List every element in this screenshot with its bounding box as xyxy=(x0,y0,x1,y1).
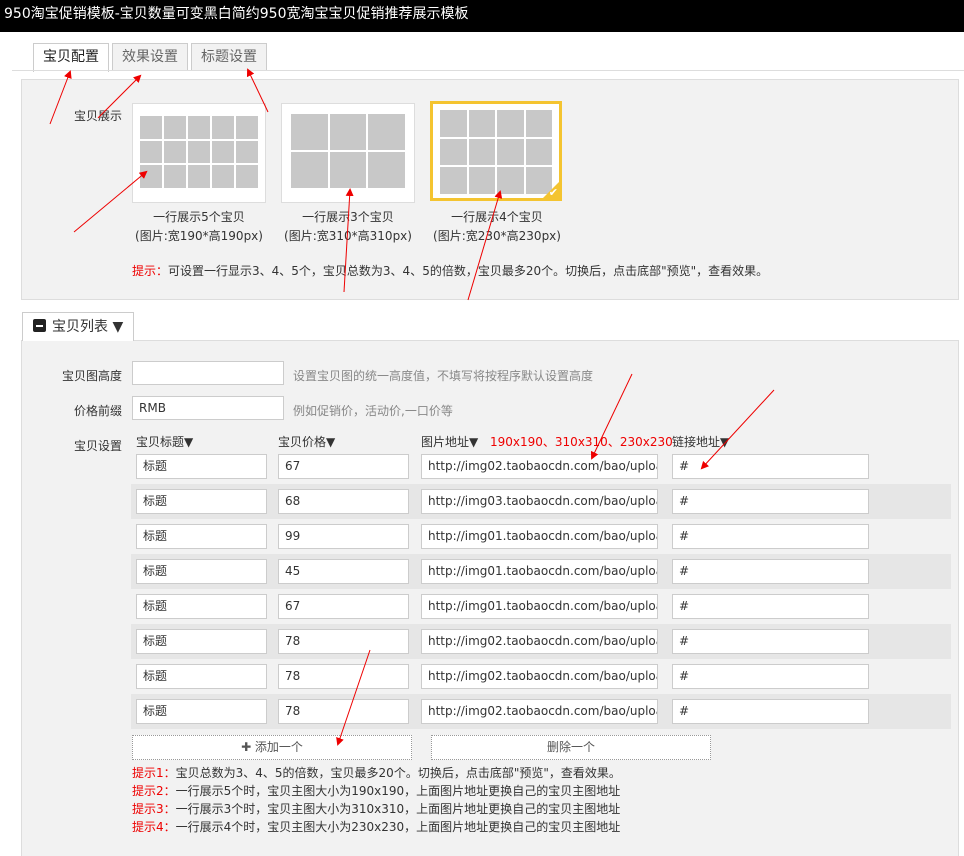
caption-title: 一行展示4个宝贝 xyxy=(451,210,543,224)
item-price-input[interactable]: 78 xyxy=(278,699,409,724)
layout-option-4-caption: 一行展示4个宝贝 (图片:宽230*高230px) xyxy=(417,208,577,246)
item-link-input[interactable]: # xyxy=(672,664,869,689)
item-image-url-input[interactable]: http://img01.taobaocdn.com/bao/upload xyxy=(421,594,658,619)
add-item-button[interactable]: ✚ 添加一个 xyxy=(132,735,412,760)
price-prefix-hint: 例如促销价，活动价,一口价等 xyxy=(293,404,453,418)
hint-label: 提示： xyxy=(132,264,169,278)
item-list-toggle[interactable]: 宝贝列表 ▼ xyxy=(22,312,134,341)
item-price-input[interactable]: 67 xyxy=(278,454,409,479)
layout-option-3-per-row[interactable] xyxy=(281,103,415,203)
item-price-input[interactable]: 99 xyxy=(278,524,409,549)
item-image-url-input[interactable]: http://img02.taobaocdn.com/bao/upload xyxy=(421,454,658,479)
item-price-input[interactable]: 68 xyxy=(278,489,409,514)
item-row: 标题 67 http://img02.taobaocdn.com/bao/uploa… xyxy=(131,449,951,484)
item-image-url-input[interactable]: http://img02.taobaocdn.com/bao/upload xyxy=(421,664,658,689)
item-title-input[interactable]: 标题 xyxy=(136,664,267,689)
tab-title-settings[interactable]: 标题设置 xyxy=(191,43,267,71)
image-size-note: 190x190、310x310、230x230 xyxy=(490,435,673,449)
col-header-title[interactable]: 宝贝标题▼ xyxy=(136,433,193,450)
display-hint: 提示：可设置一行显示3、4、5个，宝贝总数为3、4、5的倍数，宝贝最多20个。切… xyxy=(132,262,768,279)
caption-size: (图片:宽190*高190px) xyxy=(135,229,263,243)
items-label: 宝贝设置 xyxy=(73,439,122,453)
section-title: 宝贝列表 ▼ xyxy=(52,319,124,335)
item-link-input[interactable]: # xyxy=(672,559,869,584)
item-title-input[interactable]: 标题 xyxy=(136,594,267,619)
item-title-input[interactable]: 标题 xyxy=(136,489,267,514)
item-image-url-input[interactable]: http://img03.taobaocdn.com/bao/upload xyxy=(421,489,658,514)
layout-option-5-per-row[interactable] xyxy=(132,103,266,203)
tab-item-config[interactable]: 宝贝配置 xyxy=(33,43,109,72)
img-height-input[interactable] xyxy=(132,361,284,385)
item-row: 标题 45 http://img01.taobaocdn.com/bao/uploa… xyxy=(131,554,951,589)
item-row: 标题 99 http://img01.taobaocdn.com/bao/uploa… xyxy=(131,519,951,554)
layout-option-4-per-row[interactable]: ✔ xyxy=(430,101,562,201)
tip-line: 提示2：一行展示5个时，宝贝主图大小为190x190，上面图片地址更换自己的宝贝… xyxy=(132,782,621,800)
display-label: 宝贝展示 xyxy=(74,109,123,123)
item-price-input[interactable]: 67 xyxy=(278,594,409,619)
collapse-icon xyxy=(33,319,46,332)
item-link-input[interactable]: # xyxy=(672,594,869,619)
item-row: 标题 67 http://img01.taobaocdn.com/bao/uploa… xyxy=(131,589,951,624)
tip-label: 提示3： xyxy=(132,802,176,816)
item-row: 标题 78 http://img02.taobaocdn.com/bao/uploa… xyxy=(131,659,951,694)
item-price-input[interactable]: 78 xyxy=(278,629,409,654)
grid-5-thumbnail xyxy=(140,116,258,188)
tip-label: 提示2： xyxy=(132,784,176,798)
item-link-input[interactable]: # xyxy=(672,454,869,479)
tip-text: 一行展示4个时，宝贝主图大小为230x230，上面图片地址更换自己的宝贝主图地址 xyxy=(175,820,621,834)
item-row: 标题 68 http://img03.taobaocdn.com/bao/uploa… xyxy=(131,484,951,519)
col-header-price[interactable]: 宝贝价格▼ xyxy=(278,433,335,450)
item-image-url-input[interactable]: http://img02.taobaocdn.com/bao/upload xyxy=(421,629,658,654)
delete-item-button[interactable]: 删除一个 xyxy=(431,735,711,760)
layout-option-5-caption: 一行展示5个宝贝 (图片:宽190*高190px) xyxy=(119,208,279,246)
tab-bar: 宝贝配置 效果设置 标题设置 xyxy=(33,43,270,72)
item-title-input[interactable]: 标题 xyxy=(136,629,267,654)
item-title-input[interactable]: 标题 xyxy=(136,524,267,549)
window-title: 950淘宝促销模板-宝贝数量可变黑白简约950宽淘宝宝贝促销推荐展示模板 xyxy=(0,0,964,32)
caption-title: 一行展示3个宝贝 xyxy=(302,210,394,224)
layout-option-3-caption: 一行展示3个宝贝 (图片:宽310*高310px) xyxy=(268,208,428,246)
item-title-input[interactable]: 标题 xyxy=(136,454,267,479)
tip-line: 提示4：一行展示4个时，宝贝主图大小为230x230，上面图片地址更换自己的宝贝… xyxy=(132,818,621,836)
tip-text: 宝贝总数为3、4、5的倍数，宝贝最多20个。切换后，点击底部"预览"，查看效果。 xyxy=(175,766,621,780)
item-link-input[interactable]: # xyxy=(672,524,869,549)
img-height-label: 宝贝图高度 xyxy=(61,369,122,383)
item-link-input[interactable]: # xyxy=(672,629,869,654)
caption-size: (图片:宽310*高310px) xyxy=(284,229,412,243)
item-title-input[interactable]: 标题 xyxy=(136,699,267,724)
item-link-input[interactable]: # xyxy=(672,699,869,724)
hint-text: 可设置一行显示3、4、5个，宝贝总数为3、4、5的倍数，宝贝最多20个。切换后，… xyxy=(168,264,769,278)
item-price-input[interactable]: 45 xyxy=(278,559,409,584)
item-image-url-input[interactable]: http://img01.taobaocdn.com/bao/upload xyxy=(421,559,658,584)
tab-divider xyxy=(12,70,964,71)
img-height-hint: 设置宝贝图的统一高度值，不填写将按程序默认设置高度 xyxy=(293,369,594,383)
tips-block: 提示1：宝贝总数为3、4、5的倍数，宝贝最多20个。切换后，点击底部"预览"，查… xyxy=(132,764,621,836)
item-title-input[interactable]: 标题 xyxy=(136,559,267,584)
grid-3-thumbnail xyxy=(291,114,405,188)
col-header-link[interactable]: 链接地址▼ xyxy=(672,433,729,450)
tip-label: 提示4： xyxy=(132,820,176,834)
tip-label: 提示1： xyxy=(132,766,176,780)
tip-text: 一行展示5个时，宝贝主图大小为190x190，上面图片地址更换自己的宝贝主图地址 xyxy=(175,784,621,798)
col-header-image[interactable]: 图片地址▼ xyxy=(421,433,478,450)
item-image-url-input[interactable]: http://img01.taobaocdn.com/bao/upload xyxy=(421,524,658,549)
tip-line: 提示1：宝贝总数为3、4、5的倍数，宝贝最多20个。切换后，点击底部"预览"，查… xyxy=(132,764,621,782)
item-row: 标题 78 http://img02.taobaocdn.com/bao/uploa… xyxy=(131,624,951,659)
tip-text: 一行展示3个时，宝贝主图大小为310x310，上面图片地址更换自己的宝贝主图地址 xyxy=(175,802,621,816)
price-prefix-label: 价格前缀 xyxy=(73,404,122,418)
grid-4-thumbnail xyxy=(440,110,552,194)
item-row: 标题 78 http://img02.taobaocdn.com/bao/uploa… xyxy=(131,694,951,729)
caption-title: 一行展示5个宝贝 xyxy=(153,210,245,224)
item-price-input[interactable]: 78 xyxy=(278,664,409,689)
caption-size: (图片:宽230*高230px) xyxy=(433,229,561,243)
price-prefix-input[interactable]: RMB xyxy=(132,396,284,420)
check-icon: ✔ xyxy=(548,186,558,199)
item-image-url-input[interactable]: http://img02.taobaocdn.com/bao/upload xyxy=(421,699,658,724)
tip-line: 提示3：一行展示3个时，宝贝主图大小为310x310，上面图片地址更换自己的宝贝… xyxy=(132,800,621,818)
item-link-input[interactable]: # xyxy=(672,489,869,514)
tab-effect-settings[interactable]: 效果设置 xyxy=(112,43,188,71)
